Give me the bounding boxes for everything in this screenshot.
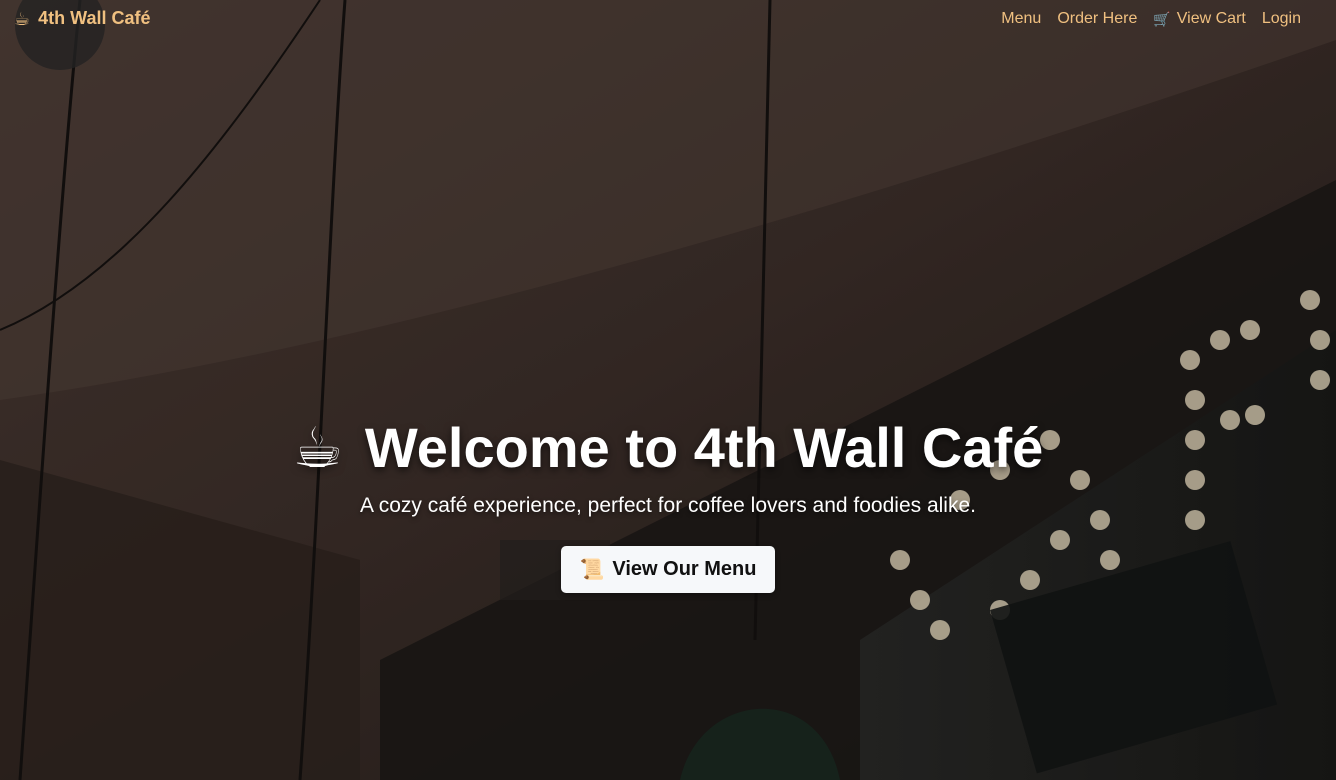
nav-links: Menu Order Here 🛒 View Cart Login: [1001, 10, 1301, 28]
hero-section: ☕ 4th Wall Café Menu Order Here 🛒 View C…: [0, 0, 1336, 780]
view-menu-button[interactable]: 📜 View Our Menu: [561, 546, 775, 593]
dark-overlay: [0, 0, 1336, 780]
nav-link-label: Order Here: [1057, 10, 1138, 27]
nav-link-menu[interactable]: Menu: [1001, 10, 1041, 28]
hero-title-text: Welcome to 4th Wall Café: [364, 416, 1044, 479]
hero-content: ☕ Welcome to 4th Wall Café A cozy café e…: [0, 415, 1336, 593]
nav-link-login[interactable]: Login: [1262, 10, 1301, 28]
brand-logo-link[interactable]: ☕ 4th Wall Café: [14, 8, 151, 29]
nav-link-label: Login: [1261, 10, 1301, 27]
brand-name: 4th Wall Café: [38, 8, 151, 28]
nav-link-view-cart[interactable]: 🛒 View Cart: [1153, 10, 1246, 28]
navbar: ☕ 4th Wall Café Menu Order Here 🛒 View C…: [0, 0, 1336, 40]
hero-title: ☕ Welcome to 4th Wall Café: [293, 415, 1044, 480]
nav-link-label: Menu: [1001, 10, 1042, 27]
scroll-icon: 📜: [579, 558, 605, 581]
coffee-cup-icon: ☕: [292, 415, 343, 479]
coffee-cup-icon: ☕: [14, 8, 31, 29]
view-menu-button-label: View Our Menu: [612, 558, 757, 580]
nav-link-order-here[interactable]: Order Here: [1057, 10, 1137, 28]
nav-link-label: View Cart: [1176, 10, 1246, 27]
cart-icon: 🛒: [1153, 11, 1171, 27]
hero-subtitle: A cozy café experience, perfect for coff…: [360, 494, 976, 517]
